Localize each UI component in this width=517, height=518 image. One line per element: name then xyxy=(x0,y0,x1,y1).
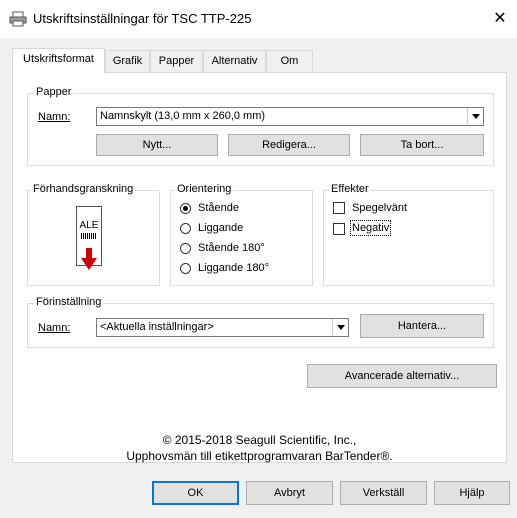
tab-papper[interactable]: Papper xyxy=(150,50,203,72)
tab-label: Utskriftsformat xyxy=(23,53,94,65)
orientation-option-label: Stående xyxy=(198,202,239,214)
tab-grafik[interactable]: Grafik xyxy=(105,50,150,72)
radio-standing[interactable] xyxy=(180,203,191,214)
tab-label: Om xyxy=(280,55,299,67)
radio-landscape-180[interactable] xyxy=(180,263,191,274)
barcode-icon xyxy=(81,233,97,239)
chevron-down-icon[interactable] xyxy=(332,319,348,335)
orientation-option-label: Liggande 180° xyxy=(198,262,270,274)
printer-icon xyxy=(9,11,27,27)
preview-label-text: ALE xyxy=(79,220,99,231)
paper-legend: Papper xyxy=(34,86,74,99)
paper-name-value: Namnskylt (13,0 mm x 260,0 mm) xyxy=(100,110,266,122)
effect-option-label: Negativ xyxy=(350,220,392,236)
effect-option-label: Spegelvänt xyxy=(352,202,408,214)
orientation-option-label: Stående 180° xyxy=(198,242,265,254)
new-paper-button[interactable]: Nytt... xyxy=(96,134,218,156)
copyright-line-1: © 2015-2018 Seagull Scientific, Inc., xyxy=(162,433,357,447)
help-button[interactable]: Hjälp xyxy=(434,481,510,505)
orientation-legend: Orientering xyxy=(175,183,234,196)
cancel-button[interactable]: Avbryt xyxy=(246,481,333,505)
tab-om[interactable]: Om xyxy=(266,50,313,72)
preset-name-select[interactable]: <Aktuella inställningar> xyxy=(96,318,349,337)
close-button[interactable]: ✕ xyxy=(488,8,512,30)
apply-button[interactable]: Verkställ xyxy=(340,481,427,505)
tab-alternativ[interactable]: Alternativ xyxy=(203,50,266,72)
paper-name-label: Namn: xyxy=(38,111,71,123)
tab-label: Alternativ xyxy=(211,55,258,67)
effects-group xyxy=(323,190,494,286)
preview-legend: Förhandsgranskning xyxy=(31,183,136,196)
tab-utskriftsformat[interactable]: Utskriftsformat xyxy=(12,48,105,74)
orientation-option-label: Liggande xyxy=(198,222,244,234)
radio-standing-180[interactable] xyxy=(180,243,191,254)
edit-paper-button[interactable]: Redigera... xyxy=(228,134,350,156)
radio-landscape[interactable] xyxy=(180,223,191,234)
mirror-checkbox[interactable] xyxy=(333,202,345,214)
paper-name-select[interactable]: Namnskylt (13,0 mm x 260,0 mm) xyxy=(96,107,484,126)
preset-legend: Förinställning xyxy=(34,296,104,309)
window-title: Utskriftsinställningar för TSC TTP-225 xyxy=(33,11,252,26)
preset-name-label: Namn: xyxy=(38,322,71,334)
tab-label: Papper xyxy=(158,55,195,67)
manage-presets-button[interactable]: Hantera... xyxy=(360,314,484,338)
copyright-line-2: Upphovsmän till etikettprogramvaran BarT… xyxy=(126,449,393,463)
preset-name-value: <Aktuella inställningar> xyxy=(100,321,214,333)
arrow-down-icon xyxy=(81,248,97,272)
chevron-down-icon[interactable] xyxy=(467,108,483,124)
effects-legend: Effekter xyxy=(329,183,371,196)
ok-button[interactable]: OK xyxy=(152,481,239,505)
negative-checkbox[interactable] xyxy=(333,223,345,235)
delete-paper-button[interactable]: Ta bort... xyxy=(360,134,484,156)
tab-label: Grafik xyxy=(112,55,143,67)
advanced-options-button[interactable]: Avancerade alternativ... xyxy=(307,364,497,388)
